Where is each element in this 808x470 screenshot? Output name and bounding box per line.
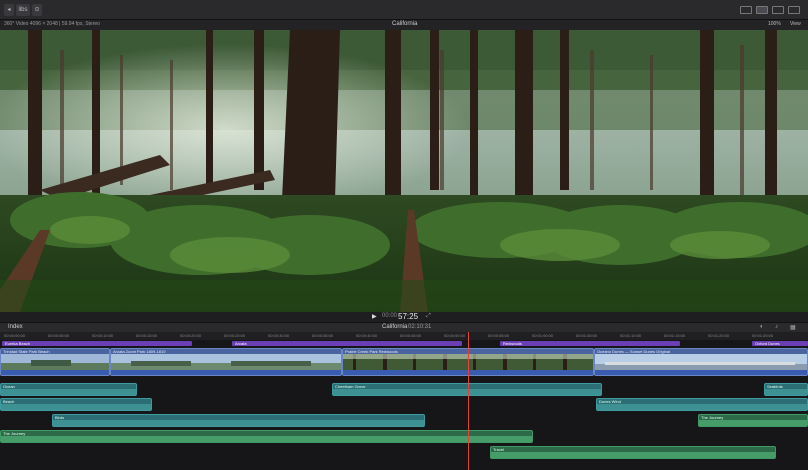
ruler-tick: 00:00:55:00 xyxy=(488,333,510,338)
snapping-icon[interactable]: ◐ xyxy=(760,324,764,330)
waveform xyxy=(1,436,532,442)
clip-audio xyxy=(111,370,341,375)
view-menu[interactable]: View xyxy=(790,21,801,27)
clip-audio xyxy=(1,370,109,375)
timecode-display[interactable]: 57:25 xyxy=(398,312,418,321)
video-clip[interactable]: Trinidad State Park Beach xyxy=(0,348,110,376)
layout-icon-1[interactable] xyxy=(740,6,752,14)
ruler-tick: 00:01:05:00 xyxy=(576,333,598,338)
waveform xyxy=(1,389,136,395)
clip-name: Trinidad State Park Beach xyxy=(3,349,50,354)
ruler-tick: 00:00:15:00 xyxy=(136,333,158,338)
ruler-tick: 00:00:40:00 xyxy=(356,333,378,338)
toolbar: ◂ libs ⊙ xyxy=(0,0,808,20)
playhead[interactable] xyxy=(468,332,469,470)
timecode-prefix: 00:00 xyxy=(382,313,398,319)
clip-name: Oceano Dunes — Sunset Dunes Original xyxy=(597,349,670,354)
ruler-tick: 00:00:35:00 xyxy=(312,333,334,338)
ruler-tick: 00:00:00:00 xyxy=(4,333,26,338)
timeline-tracks[interactable]: Eureka Beach Arcata Redwoods Oxford Dune… xyxy=(0,340,808,470)
ruler-tick: 00:00:45:00 xyxy=(400,333,422,338)
project-name: California xyxy=(382,324,408,330)
ruler-tick: 00:00:30:00 xyxy=(268,333,290,338)
timeline-ruler[interactable]: 00:00:00:00 00:00:05:00 00:00:10:00 00:0… xyxy=(0,332,808,340)
chapter-marker[interactable]: Redwoods xyxy=(500,341,680,346)
clip-name: Prairie Creek Park Redwoods xyxy=(345,349,398,354)
ruler-tick: 00:01:15:00 xyxy=(664,333,686,338)
video-clip[interactable]: Arcata Zoom Park 1809-1810 xyxy=(110,348,342,376)
audio-clip[interactable]: Ocean xyxy=(0,383,137,396)
chapter-marker[interactable]: Eureka Beach xyxy=(2,341,192,346)
audio-clip[interactable]: The Journey xyxy=(698,414,808,427)
index-button[interactable]: Index xyxy=(8,324,23,330)
ruler-tick: 00:01:00:00 xyxy=(532,333,554,338)
waveform xyxy=(597,404,807,410)
clip-appearance-icon[interactable]: ▦ xyxy=(790,324,796,331)
waveform xyxy=(491,452,775,458)
ruler-tick: 00:01:20:00 xyxy=(708,333,730,338)
clip-name: Arcata Zoom Park 1809-1810 xyxy=(113,349,166,354)
media-icon[interactable]: ⊙ xyxy=(32,4,42,16)
viewer-info-bar: 360° Video 4096 × 2048 | 59.94 fps, Ster… xyxy=(0,20,808,30)
viewer[interactable] xyxy=(0,30,808,312)
layout-icon-3[interactable] xyxy=(772,6,784,14)
audio-clip[interactable]: Beach xyxy=(0,398,152,411)
back-button[interactable]: ◂ xyxy=(4,4,14,16)
timeline-header: Index California 02:10:31 ◐ ♪ ▦ xyxy=(0,322,808,332)
audio-clip[interactable]: Dunes Wind xyxy=(596,398,808,411)
project-duration: 02:10:31 xyxy=(408,324,432,330)
viewer-image xyxy=(0,30,808,312)
ruler-tick: 00:01:10:00 xyxy=(620,333,642,338)
waveform xyxy=(765,389,807,395)
waveform xyxy=(53,420,424,426)
format-info: 360° Video 4096 × 2048 | 59.94 fps, Ster… xyxy=(4,21,100,27)
clip-audio xyxy=(595,370,807,375)
zoom-level[interactable]: 100% xyxy=(768,21,781,27)
audio-clip[interactable]: Seabirds xyxy=(764,383,808,396)
ruler-tick: 00:01:25:00 xyxy=(752,333,774,338)
ruler-tick: 00:00:20:00 xyxy=(180,333,202,338)
layout-icon-2[interactable] xyxy=(756,6,768,14)
audio-clip[interactable]: Travel xyxy=(490,446,776,459)
play-icon[interactable]: ▶ xyxy=(372,313,377,320)
ruler-tick: 00:00:05:00 xyxy=(48,333,70,338)
libraries-button[interactable]: libs xyxy=(16,4,30,16)
waveform xyxy=(699,420,807,426)
fullscreen-icon[interactable]: ⤢ xyxy=(426,313,431,320)
viewer-title: California xyxy=(392,21,418,27)
waveform xyxy=(1,404,151,410)
video-clip[interactable]: Oceano Dunes — Sunset Dunes Original xyxy=(594,348,808,376)
ruler-tick: 00:00:50:00 xyxy=(444,333,466,338)
audio-clip[interactable]: Birds xyxy=(52,414,425,427)
ruler-tick: 00:00:10:00 xyxy=(92,333,114,338)
audio-skimming-icon[interactable]: ♪ xyxy=(775,324,778,330)
chapter-marker[interactable]: Oxford Dunes xyxy=(752,341,808,346)
ruler-tick: 00:00:25:00 xyxy=(224,333,246,338)
chapter-marker[interactable]: Arcata xyxy=(232,341,462,346)
layout-icon-4[interactable] xyxy=(788,6,800,14)
audio-clip[interactable]: Cheetham Grove xyxy=(332,383,602,396)
transport-bar: ▶ 00:00 57:25 ⤢ xyxy=(0,312,808,322)
audio-clip[interactable]: The Journey xyxy=(0,430,533,443)
